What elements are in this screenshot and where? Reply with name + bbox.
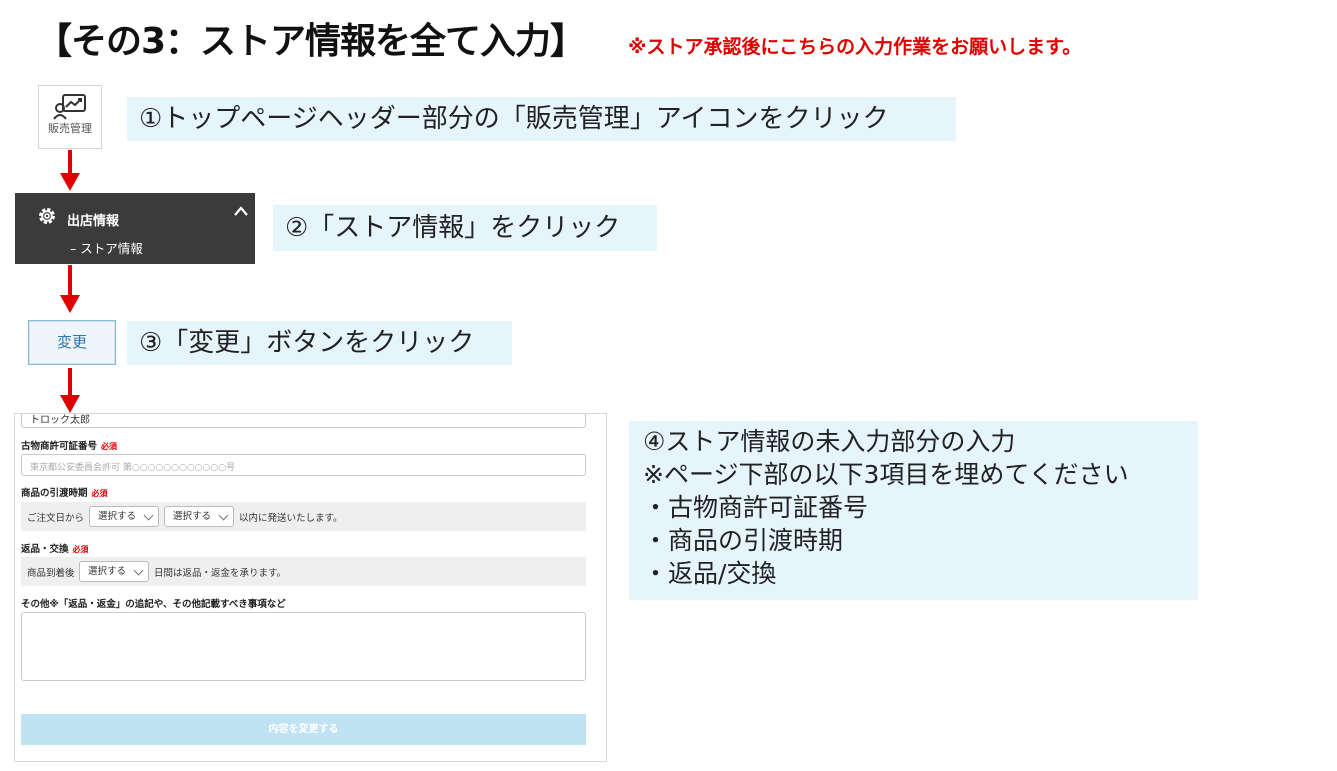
required-badge: 必須 xyxy=(101,442,118,451)
delivery-row: ご注文日から 選択する 選択する 以内に発送いたします。 xyxy=(21,502,586,531)
required-badge: 必須 xyxy=(91,489,108,498)
menu-item-store-info[interactable]: – ストア情報 xyxy=(70,238,143,257)
step4-instruction: ④ストア情報の未入力部分の入力 ※ページ下部の以下3項目を埋めてください ・古物… xyxy=(629,421,1198,600)
step4-line-2: ※ページ下部の以下3項目を埋めてください xyxy=(643,460,1129,489)
returns-prefix: 商品到着後 xyxy=(27,568,75,579)
step2-instruction: ②「ストア情報」をクリック xyxy=(273,205,657,251)
store-info-menu[interactable]: 出店情報 – ストア情報 xyxy=(15,193,255,264)
returns-select[interactable]: 選択する xyxy=(79,561,149,582)
step4-line-4: ・商品の引渡時期 xyxy=(643,526,844,555)
returns-suffix: 日間は返品・返金を承ります。 xyxy=(154,568,287,579)
submit-change-button[interactable]: 内容を変更する xyxy=(21,714,586,745)
name-field-value: トロック太郎 xyxy=(30,415,90,426)
notice-text: ※ストア承認後にこちらの入力作業をお願いします。 xyxy=(628,36,1082,58)
gear-icon xyxy=(39,208,55,224)
returns-label: 返品・交換 必須 xyxy=(21,544,89,555)
menu-title: 出店情報 xyxy=(67,214,120,229)
down-arrow-3 xyxy=(60,368,80,413)
license-number-input[interactable]: 東京都公安委員会許可 第○○○○○○○○○○○○号 xyxy=(21,454,586,476)
step4-line-5: ・返品/交換 xyxy=(643,559,777,588)
sales-chart-icon xyxy=(53,94,86,120)
other-textarea[interactable] xyxy=(21,612,586,681)
chevron-down-icon xyxy=(218,510,229,521)
required-badge: 必須 xyxy=(72,545,89,554)
license-placeholder: 東京都公安委員会許可 第○○○○○○○○○○○○号 xyxy=(30,463,236,473)
store-info-form: トロック太郎 古物商許可証番号 必須 東京都公安委員会許可 第○○○○○○○○○○… xyxy=(14,413,607,762)
change-button[interactable]: 変更 xyxy=(28,320,116,365)
step4-line-3: ・古物商許可証番号 xyxy=(643,493,869,522)
chevron-up-icon[interactable] xyxy=(233,205,249,217)
delivery-prefix: ご注文日から xyxy=(27,513,85,524)
chevron-down-icon xyxy=(143,510,154,521)
other-label: その他※「返品・返金」の追記や、その他記載すべき事項など xyxy=(21,599,286,610)
step4-line-1: ④ストア情報の未入力部分の入力 xyxy=(643,427,1016,456)
step3-instruction: ③「変更」ボタンをクリック xyxy=(127,321,512,365)
sales-management-icon-button[interactable]: 販売管理 xyxy=(38,85,102,149)
step1-instruction: ①トップページヘッダー部分の「販売管理」アイコンをクリック xyxy=(127,97,956,141)
delivery-select-1[interactable]: 選択する xyxy=(89,506,159,527)
delivery-label: 商品の引渡時期 必須 xyxy=(21,488,108,499)
delivery-suffix: 以内に発送いたします。 xyxy=(239,513,343,524)
down-arrow-1 xyxy=(60,150,80,191)
name-field[interactable]: トロック太郎 xyxy=(21,414,586,428)
sales-management-label: 販売管理 xyxy=(48,122,92,135)
delivery-select-2[interactable]: 選択する xyxy=(164,506,234,527)
license-label: 古物商許可証番号 必須 xyxy=(21,441,118,452)
page-title: 【その3：ストア情報を全て入力】 xyxy=(36,21,586,62)
returns-row: 商品到着後 選択する 日間は返品・返金を承ります。 xyxy=(21,557,586,586)
chevron-down-icon xyxy=(133,565,144,576)
down-arrow-2 xyxy=(60,265,80,313)
